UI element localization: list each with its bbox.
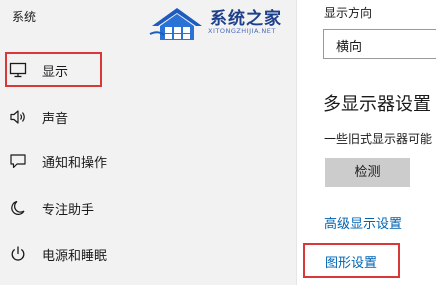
orientation-value: 横向 — [336, 40, 363, 55]
advanced-display-settings-link[interactable]: 高级显示设置 — [324, 213, 402, 232]
house-logo-icon — [149, 8, 202, 40]
moon-icon — [11, 200, 25, 215]
message-icon — [10, 154, 26, 169]
watermark: 系统之家 XITONGZHIJIA.NET — [148, 0, 298, 48]
app-title: 系统 — [12, 10, 37, 24]
settings-sidebar: 系统 系统之家 XITONGZHIJIA.NET 显示 声音 通知和操作 专注助… — [0, 0, 296, 285]
legacy-display-note: 一些旧式显示器可能 — [324, 132, 433, 146]
sidebar-item-label: 电源和睡眠 — [42, 249, 108, 264]
sidebar-item-label: 声音 — [42, 112, 69, 127]
display-settings-panel: 显示方向 横向 多显示器设置 一些旧式显示器可能 检测 高级显示设置 图形设置 — [296, 0, 436, 285]
sidebar-item-sound[interactable]: 声音 — [0, 100, 296, 134]
sidebar-item-label: 通知和操作 — [42, 156, 108, 171]
watermark-url: XITONGZHIJIA.NET — [208, 27, 276, 35]
orientation-dropdown[interactable]: 横向 — [323, 29, 436, 59]
multi-display-heading: 多显示器设置 — [323, 94, 431, 115]
watermark-name: 系统之家 — [210, 9, 282, 29]
highlight-box-graphics — [303, 243, 400, 278]
sidebar-item-power[interactable]: 电源和睡眠 — [0, 237, 296, 271]
sidebar-item-notifications[interactable]: 通知和操作 — [0, 144, 296, 178]
sidebar-item-focus-assist[interactable]: 专注助手 — [0, 191, 296, 225]
detect-button[interactable]: 检测 — [325, 158, 410, 187]
speaker-icon — [10, 110, 25, 124]
orientation-label: 显示方向 — [324, 6, 373, 20]
power-icon — [11, 246, 25, 261]
sidebar-item-label: 专注助手 — [42, 203, 95, 218]
highlight-box-display — [5, 52, 102, 87]
